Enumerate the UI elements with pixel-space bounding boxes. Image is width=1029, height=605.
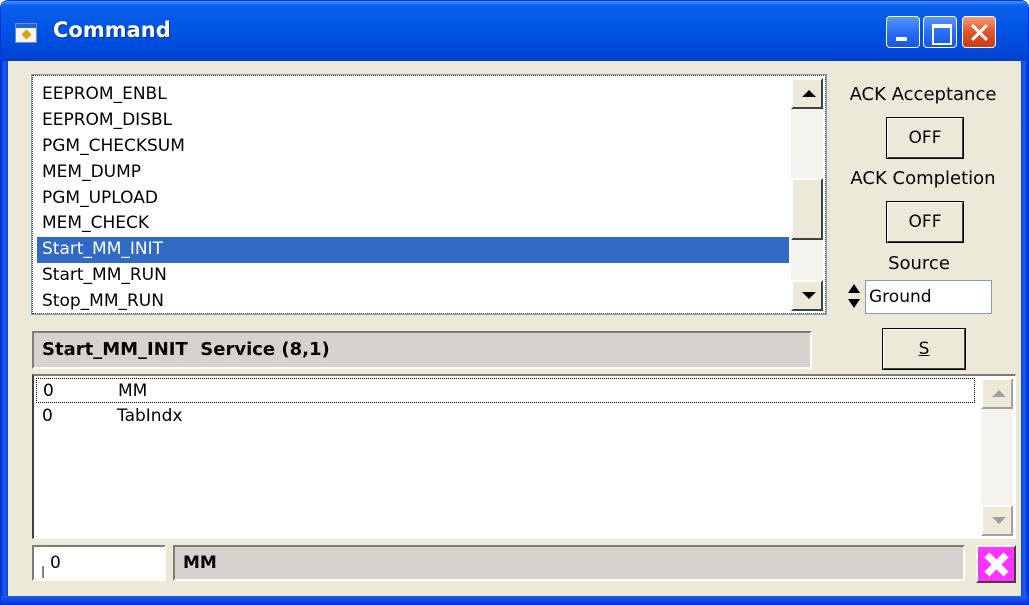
table-row[interactable]: 0 MM [36, 378, 975, 403]
app-icon[interactable] [15, 23, 37, 43]
ack-completion-value: OFF [908, 212, 942, 232]
source-spinner[interactable] [846, 280, 864, 313]
title-bar[interactable]: Command [1, 1, 1028, 61]
arrow-down-icon [992, 517, 1006, 524]
ack-completion-toggle[interactable]: OFF [886, 201, 964, 243]
list-item[interactable]: PGM_CHECKSUM [37, 134, 789, 160]
list-item-selected[interactable]: Start_MM_INIT [37, 237, 789, 264]
window-frame-right [1021, 61, 1028, 604]
scroll-up-button[interactable] [791, 78, 823, 109]
source-label: Source [888, 253, 950, 274]
spin-up-icon[interactable] [848, 284, 860, 293]
parameter-list[interactable]: 0 MM 0 TabIndx [32, 374, 1016, 539]
param-value: 0 [43, 381, 54, 401]
window-frame-left [1, 61, 8, 604]
service-display: Start_MM_INIT Service (8,1) [32, 331, 812, 369]
ack-acceptance-label: ACK Acceptance [849, 84, 997, 105]
list-item[interactable]: MEM_CHECK [37, 211, 789, 237]
scroll-thumb[interactable] [791, 178, 823, 240]
command-list-items: EEPROM_ENBL EEPROM_DISBL PGM_CHECKSUM ME… [37, 82, 789, 315]
param-name: TabIndx [117, 406, 183, 426]
param-name: MM [118, 381, 148, 401]
list-item[interactable]: Start_MM_RUN [37, 263, 789, 289]
minimize-button[interactable] [886, 16, 920, 48]
scroll-down-button[interactable] [981, 505, 1013, 536]
parameter-list-scrollbar[interactable] [981, 378, 1013, 536]
list-item[interactable]: Stop_MM_RUN [37, 289, 789, 315]
spin-down-icon[interactable] [848, 299, 860, 308]
arrow-down-icon [802, 292, 816, 299]
abort-button[interactable] [976, 545, 1016, 583]
command-window: Command EEPROM_ENBL EEPROM_DISBL PGM_CHE… [0, 0, 1029, 605]
command-list-scrollbar[interactable] [791, 78, 823, 311]
param-value: 0 [42, 406, 53, 426]
scroll-up-button[interactable] [981, 378, 1013, 409]
list-item[interactable]: MEM_DUMP [37, 160, 789, 186]
value-input[interactable]: ❘ 0 [32, 545, 166, 581]
command-list[interactable]: EEPROM_ENBL EEPROM_DISBL PGM_CHECKSUM ME… [31, 74, 827, 315]
scroll-down-button[interactable] [791, 280, 823, 311]
close-button[interactable] [962, 16, 996, 48]
window-frame-bottom [1, 596, 1028, 604]
table-row[interactable]: 0 TabIndx [36, 404, 975, 429]
parameter-name-display: MM [173, 545, 965, 581]
list-item[interactable]: EEPROM_ENBL [37, 82, 789, 108]
maximize-button[interactable] [923, 16, 957, 48]
send-label-accel: S [918, 339, 930, 359]
list-item[interactable]: EEPROM_DISBL [37, 108, 789, 134]
arrow-up-icon [992, 390, 1006, 397]
source-field[interactable]: Ground [865, 280, 992, 314]
ack-acceptance-value: OFF [908, 128, 942, 148]
window-title: Command [53, 18, 171, 42]
ack-acceptance-toggle[interactable]: OFF [886, 117, 964, 159]
list-item[interactable]: PGM_UPLOAD [37, 186, 789, 212]
ack-completion-label: ACK Completion [850, 168, 996, 189]
send-button[interactable]: Send [882, 328, 966, 397]
cursor-mark-icon: ❘ [38, 564, 49, 578]
arrow-up-icon [802, 90, 816, 97]
value-input-text: 0 [50, 553, 61, 573]
